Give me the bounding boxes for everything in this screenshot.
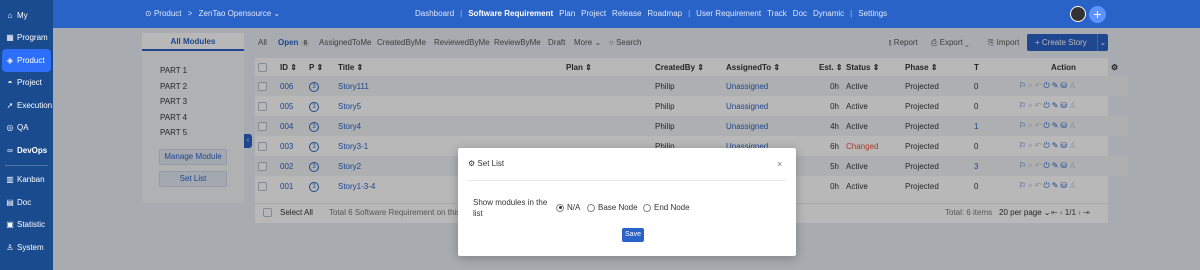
location-icon: ⊙ xyxy=(145,9,152,18)
doc-icon: ▤ xyxy=(6,197,14,207)
nav-dashboard[interactable]: Dashboard xyxy=(415,9,454,18)
nav-release[interactable]: Release xyxy=(612,9,641,18)
nav-plan[interactable]: Plan xyxy=(559,9,575,18)
dialog-title: ⚙ Set List xyxy=(468,159,505,168)
nav-project[interactable]: Project xyxy=(581,9,606,18)
sidebar-item-devops[interactable]: ∞ DevOps xyxy=(0,139,53,162)
nav-doc[interactable]: Doc xyxy=(793,9,807,18)
nav-dynamic[interactable]: Dynamic xyxy=(813,9,844,18)
sidebar-item-program[interactable]: ▦ Program xyxy=(0,27,53,50)
statistic-icon: ▣ xyxy=(6,220,14,230)
system-icon: ♙ xyxy=(6,242,14,252)
sidebar-item-execution[interactable]: ➚ Execution xyxy=(0,94,53,117)
radio-selected-icon xyxy=(556,203,564,212)
sidebar-divider xyxy=(5,164,48,166)
topbar: ⊙ Product > ZenTao Opensource ⌄ Dashboar… xyxy=(53,0,1200,28)
sidebar-item-doc[interactable]: ▤ Doc xyxy=(0,191,53,214)
home-icon: ⌂ xyxy=(7,10,13,20)
dialog-divider xyxy=(468,180,786,181)
show-modules-label: Show modules in the list xyxy=(473,198,548,218)
plus-icon[interactable]: + xyxy=(1089,6,1106,23)
product-switcher[interactable]: ⊙ Product > ZenTao Opensource ⌄ xyxy=(145,9,280,18)
nav-settings[interactable]: Settings xyxy=(858,9,887,18)
settings-icon: ⚙ xyxy=(468,159,476,168)
save-button[interactable]: Save xyxy=(622,228,644,242)
sidebar-item-my[interactable]: ⌂ My xyxy=(0,4,53,27)
kanban-icon: ▥ xyxy=(6,175,14,185)
set-list-dialog: ⚙ Set List × Show modules in the list N/… xyxy=(458,148,796,256)
avatar[interactable] xyxy=(1070,6,1086,22)
project-icon: ◓ xyxy=(7,78,13,88)
execution-icon: ➚ xyxy=(6,100,14,110)
nav-separator: | xyxy=(850,9,853,18)
chevron-down-icon: ⌄ xyxy=(273,9,281,18)
radio-base-node[interactable]: Base Node xyxy=(587,203,638,212)
sidebar-item-qa[interactable]: ◎ QA xyxy=(0,117,53,140)
sidebar-item-kanban[interactable]: ▥ Kanban xyxy=(0,169,53,192)
nav-track[interactable]: Track xyxy=(767,9,787,18)
product-nav: Dashboard | Software Requirement Plan Pr… xyxy=(415,9,887,18)
sidebar-item-project[interactable]: ◓ Project xyxy=(0,72,53,95)
qa-icon: ◎ xyxy=(6,123,14,133)
radio-end-node[interactable]: End Node xyxy=(643,203,690,212)
nav-separator: | xyxy=(688,9,691,18)
nav-separator: | xyxy=(460,9,463,18)
sidebar-item-product[interactable]: ◈ Product xyxy=(2,49,51,72)
grid-icon: ▦ xyxy=(6,33,14,43)
nav-user-requirement[interactable]: User Requirement xyxy=(696,9,761,18)
app-root: ⌂ My ▦ Program ◈ Product ◓ Project ➚ Executio… xyxy=(0,0,1200,270)
sidebar-item-statistic[interactable]: ▣ Statistic xyxy=(0,214,53,237)
close-icon[interactable]: × xyxy=(777,159,782,169)
product-icon: ◈ xyxy=(6,55,14,65)
sidebar: ⌂ My ▦ Program ◈ Product ◓ Project ➚ Executio… xyxy=(0,0,53,270)
nav-roadmap[interactable]: Roadmap xyxy=(647,9,682,18)
radio-na[interactable]: N/A xyxy=(556,203,580,212)
devops-icon: ∞ xyxy=(7,145,13,155)
radio-icon xyxy=(643,203,651,212)
nav-software-requirement[interactable]: Software Requirement xyxy=(468,9,553,18)
sidebar-item-system[interactable]: ♙ System xyxy=(0,236,53,259)
radio-icon xyxy=(587,203,595,212)
